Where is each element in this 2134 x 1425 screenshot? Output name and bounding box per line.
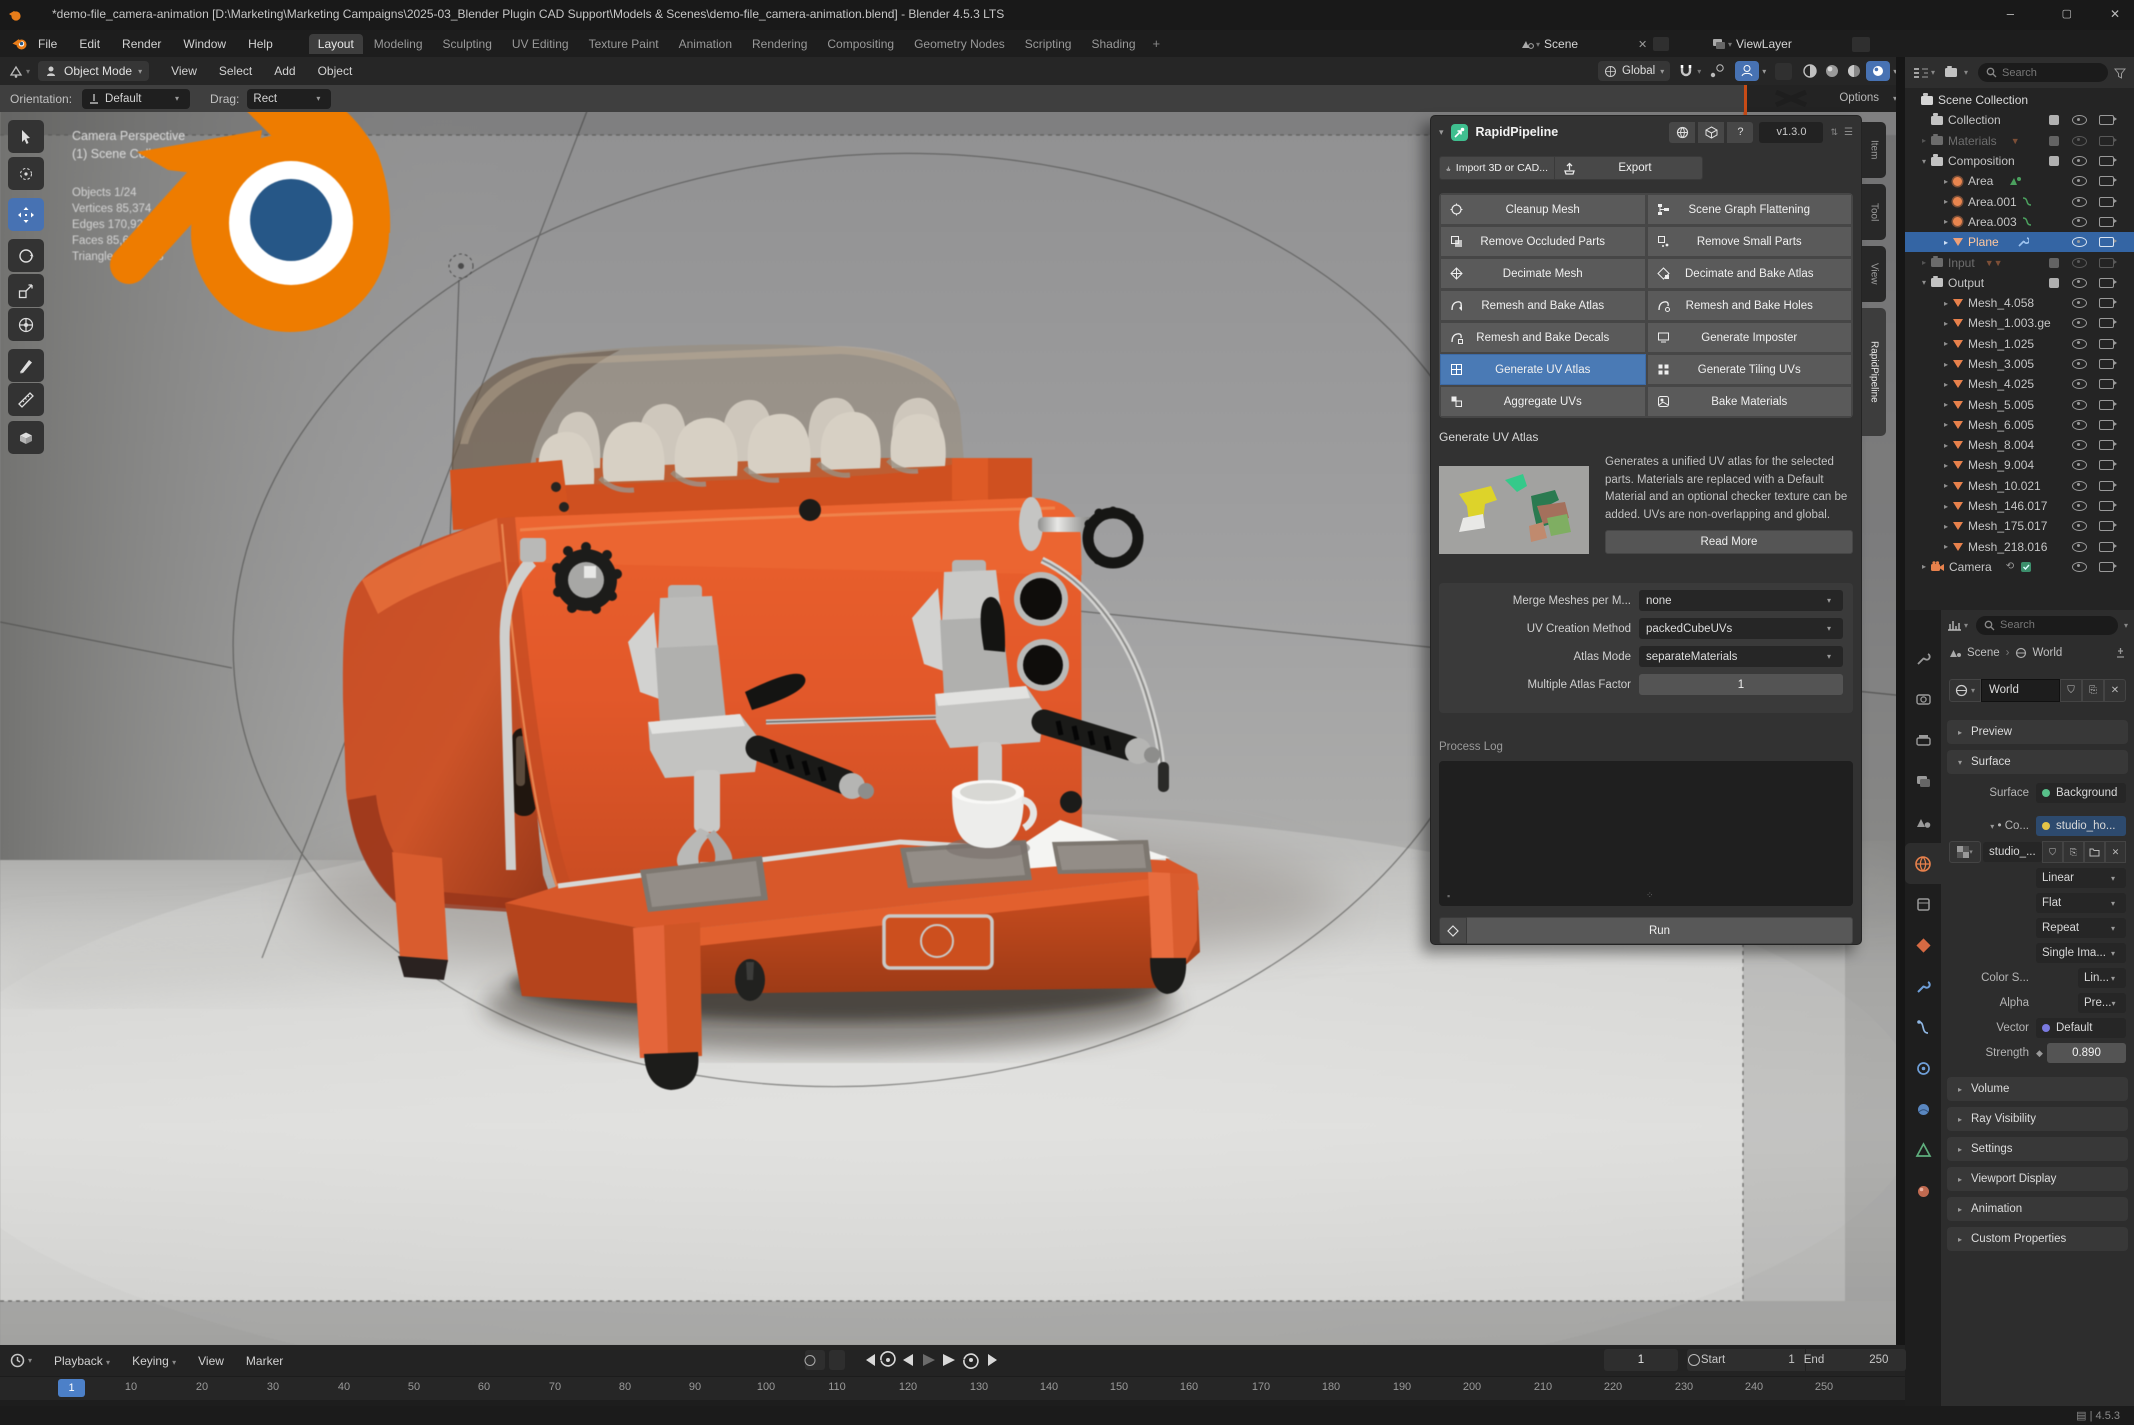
svg-text:Objects 1/24: Objects 1/24	[72, 187, 137, 199]
svg-text:Vertices 85,374: Vertices 85,374	[72, 203, 152, 215]
svg-text:Camera Perspective: Camera Perspective	[72, 129, 185, 143]
